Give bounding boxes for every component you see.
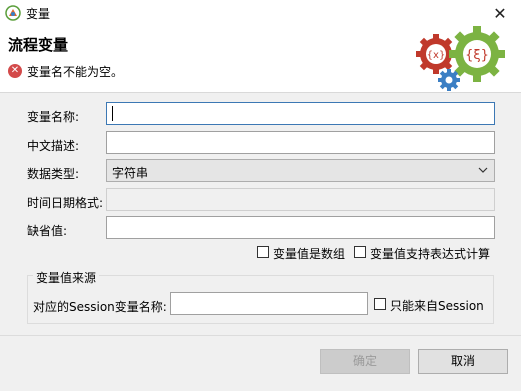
- session-variable-label: 对应的Session变量名称:: [33, 300, 167, 314]
- chevron-down-icon: [478, 167, 488, 173]
- error-icon: ✕: [8, 64, 22, 78]
- error-message: 变量名不能为空。: [27, 65, 124, 79]
- datetime-format-label: 时间日期格式:: [27, 196, 104, 210]
- data-type-label: 数据类型:: [27, 167, 80, 181]
- is-array-label[interactable]: 变量值是数组: [273, 245, 345, 262]
- variable-source-group-title: 变量值来源: [33, 269, 100, 286]
- expression-label[interactable]: 变量值支持表达式计算: [370, 245, 490, 262]
- close-button[interactable]: ✕: [479, 0, 521, 26]
- chinese-description-label: 中文描述:: [27, 139, 80, 153]
- default-value-input[interactable]: [106, 216, 495, 239]
- is-array-checkbox[interactable]: [257, 246, 269, 258]
- only-session-checkbox[interactable]: [374, 298, 386, 310]
- close-icon: ✕: [493, 3, 507, 23]
- data-type-value: 字符串: [112, 166, 149, 180]
- dialog-header: 流程变量 ✕ 变量名不能为空。 {x} {ξ}: [0, 26, 521, 93]
- variables-gears-graphic: {x} {ξ}: [416, 26, 505, 91]
- variable-name-label: 变量名称:: [27, 110, 80, 124]
- svg-text:{ξ}: {ξ}: [465, 48, 489, 63]
- session-variable-input[interactable]: [170, 292, 368, 315]
- app-logo-icon: [5, 5, 21, 21]
- window-title: 变量: [26, 7, 51, 21]
- title-bar: 变量 ✕: [0, 0, 521, 26]
- ok-button[interactable]: 确定: [320, 349, 410, 374]
- cancel-button[interactable]: 取消: [418, 349, 508, 374]
- data-type-select[interactable]: 字符串: [106, 159, 495, 182]
- svg-text:{x}: {x}: [427, 50, 446, 61]
- header-title: 流程变量: [8, 36, 69, 54]
- expression-checkbox[interactable]: [354, 246, 366, 258]
- datetime-format-input: [106, 188, 495, 211]
- text-caret: [112, 106, 113, 121]
- chinese-description-input[interactable]: [106, 131, 495, 154]
- default-value-label: 缺省值:: [27, 224, 68, 238]
- variable-name-input[interactable]: [106, 102, 495, 125]
- only-session-label[interactable]: 只能来自Session: [390, 297, 484, 314]
- footer-divider: [0, 335, 521, 336]
